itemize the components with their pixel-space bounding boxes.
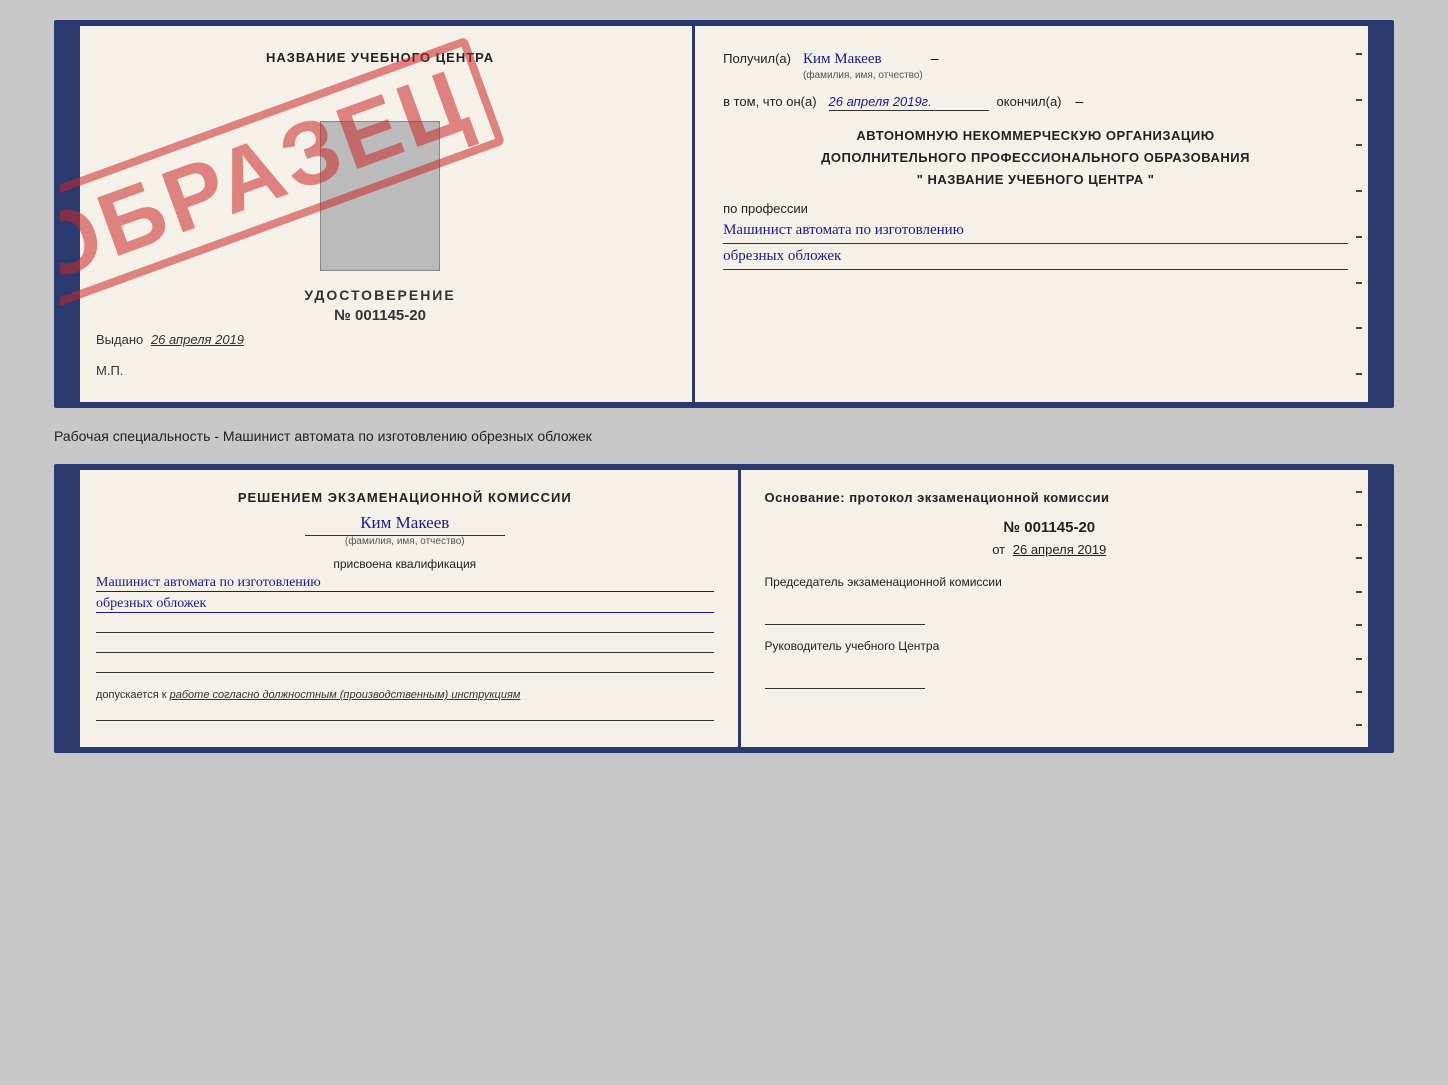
btick8 bbox=[1356, 724, 1362, 726]
recipient-row: Получил(а) Ким Макеев (фамилия, имя, отч… bbox=[723, 50, 1348, 81]
mp-label: М.П. bbox=[96, 363, 664, 378]
btick5 bbox=[1356, 624, 1362, 626]
komissia-title: Решением экзаменационной комиссии bbox=[96, 490, 714, 505]
dash2: – bbox=[1076, 93, 1084, 109]
tick6 bbox=[1356, 282, 1362, 284]
udostoverenie-box: УДОСТОВЕРЕНИЕ № 001145-20 bbox=[96, 105, 664, 324]
dopuskaetsya-row: допускается к работе согласно должностны… bbox=[96, 689, 714, 701]
profession-line1: Машинист автомата по изготовлению bbox=[723, 222, 1348, 244]
center-line1: АВТОНОМНУЮ НЕКОММЕРЧЕСКУЮ ОРГАНИЗАЦИЮ bbox=[723, 125, 1348, 147]
dopuskaetsya-text: работе согласно должностным (производств… bbox=[170, 689, 521, 701]
btick3 bbox=[1356, 557, 1362, 559]
udostoverenie-label: УДОСТОВЕРЕНИЕ bbox=[304, 287, 455, 303]
recipient-name: Ким Макеев bbox=[803, 51, 923, 68]
profession-block: Машинист автомата по изготовлению обрезн… bbox=[723, 222, 1348, 270]
protocol-date-value: 26 апреля 2019 bbox=[1013, 542, 1107, 557]
vtom-label: в том, что он(а) bbox=[723, 94, 816, 109]
vydano-label: Выдано bbox=[96, 332, 143, 347]
tick7 bbox=[1356, 327, 1362, 329]
dopuskaetsya-prefix: допускается к bbox=[96, 689, 167, 701]
bottom-cert-left: Решением экзаменационной комиссии Ким Ма… bbox=[60, 470, 741, 747]
right-content-inner: Основание: протокол экзаменационной коми… bbox=[741, 470, 1359, 723]
bottom-certificate: Решением экзаменационной комиссии Ким Ма… bbox=[54, 464, 1394, 753]
poluchil-label: Получил(а) bbox=[723, 51, 791, 66]
protocol-num: № 001145-20 bbox=[765, 519, 1335, 536]
top-cert-left: НАЗВАНИЕ УЧЕБНОГО ЦЕНТРА ОБРАЗЕЦ УДОСТОВ… bbox=[60, 26, 695, 402]
tick2 bbox=[1356, 99, 1362, 101]
protocol-date: от 26 апреля 2019 bbox=[765, 542, 1335, 557]
bottom-left-bar bbox=[60, 470, 80, 747]
tick8 bbox=[1356, 373, 1362, 375]
rukovoditel-block: Руководитель учебного Центра bbox=[765, 639, 1335, 689]
bottom-profession-block: Машинист автомата по изготовлению обрезн… bbox=[96, 575, 714, 613]
blank-line1 bbox=[96, 619, 714, 633]
bottom-fio-sub: (фамилия, имя, отчество) bbox=[305, 535, 505, 547]
document-container: НАЗВАНИЕ УЧЕБНОГО ЦЕНТРА ОБРАЗЕЦ УДОСТОВ… bbox=[54, 20, 1394, 753]
btick1 bbox=[1356, 491, 1362, 493]
tick5 bbox=[1356, 236, 1362, 238]
fio-sub: (фамилия, имя, отчество) bbox=[803, 70, 923, 81]
prisvoena-label: присвоена квалификация bbox=[96, 557, 714, 571]
btick4 bbox=[1356, 591, 1362, 593]
center-line2: ДОПОЛНИТЕЛЬНОГО ПРОФЕССИОНАЛЬНОГО ОБРАЗО… bbox=[723, 147, 1348, 169]
left-title: НАЗВАНИЕ УЧЕБНОГО ЦЕНТРА bbox=[96, 50, 664, 65]
bottom-profession-line2: обрезных обложек bbox=[96, 596, 714, 613]
btick2 bbox=[1356, 524, 1362, 526]
okonchil-label: окончил(а) bbox=[997, 94, 1062, 109]
predsedatel-block: Председатель экзаменационной комиссии bbox=[765, 575, 1335, 625]
predsedatel-sign-line bbox=[765, 609, 925, 625]
vtom-row: в том, что он(а) 26 апреля 2019г. окончи… bbox=[723, 93, 1348, 111]
ot-label: от bbox=[992, 542, 1005, 557]
blank-line3 bbox=[96, 659, 714, 673]
photo-placeholder bbox=[320, 121, 440, 271]
osnovanie-title: Основание: протокол экзаменационной коми… bbox=[765, 490, 1335, 505]
top-certificate: НАЗВАНИЕ УЧЕБНОГО ЦЕНТРА ОБРАЗЕЦ УДОСТОВ… bbox=[54, 20, 1394, 408]
center-line3: " НАЗВАНИЕ УЧЕБНОГО ЦЕНТРА " bbox=[723, 169, 1348, 191]
rukovoditel-sign-line bbox=[765, 673, 925, 689]
bottom-right-bar bbox=[1368, 470, 1388, 747]
udostoverenie-number: № 001145-20 bbox=[334, 307, 426, 324]
right-decorative-bar bbox=[1368, 26, 1388, 402]
bottom-recipient-name: Ким Макеев bbox=[96, 513, 714, 533]
bottom-tick-marks bbox=[1352, 470, 1366, 747]
blank-line4 bbox=[96, 707, 714, 721]
profession-line2: обрезных обложек bbox=[723, 248, 1348, 270]
bottom-name-block: Ким Макеев (фамилия, имя, отчество) bbox=[96, 513, 714, 547]
center-text-block: АВТОНОМНУЮ НЕКОММЕРЧЕСКУЮ ОРГАНИЗАЦИЮ ДО… bbox=[723, 125, 1348, 191]
vtom-date: 26 апреля 2019г. bbox=[829, 94, 989, 111]
tick1 bbox=[1356, 53, 1362, 55]
tick4 bbox=[1356, 190, 1362, 192]
btick7 bbox=[1356, 691, 1362, 693]
dash1: – bbox=[931, 50, 939, 66]
blank-line2 bbox=[96, 639, 714, 653]
vydano-line: Выдано 26 апреля 2019 bbox=[96, 332, 664, 347]
middle-label: Рабочая специальность - Машинист автомат… bbox=[54, 424, 1394, 448]
rukovoditel-label: Руководитель учебного Центра bbox=[765, 639, 1335, 653]
btick6 bbox=[1356, 658, 1362, 660]
bottom-cert-right: Основание: протокол экзаменационной коми… bbox=[741, 470, 1389, 747]
tick3 bbox=[1356, 144, 1362, 146]
top-cert-right: Получил(а) Ким Макеев (фамилия, имя, отч… bbox=[695, 26, 1388, 402]
predsedatel-label: Председатель экзаменационной комиссии bbox=[765, 575, 1335, 589]
bottom-profession-line1: Машинист автомата по изготовлению bbox=[96, 575, 714, 592]
tick-marks-right bbox=[1352, 26, 1366, 402]
vydano-date: 26 апреля 2019 bbox=[151, 332, 244, 347]
po-professii-label: по профессии bbox=[723, 201, 1348, 216]
